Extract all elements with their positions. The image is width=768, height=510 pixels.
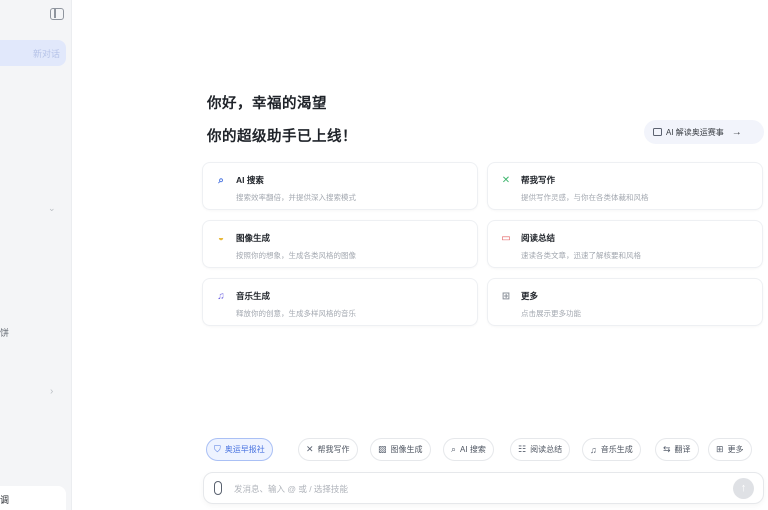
chip-music-gen[interactable]: ♫ 音乐生成 (582, 438, 641, 461)
sidebar-item-label: 调 (0, 495, 10, 505)
sidebar-item-label: 新对话 (32, 49, 60, 59)
chip-label: 音乐生成 (600, 445, 633, 454)
card-image-gen[interactable]: ◒ 图像生成 按照你的想象，生成各类风格的图像 (202, 220, 478, 268)
chip-reading-summary[interactable]: ☷ 阅读总结 (510, 438, 571, 461)
card-more[interactable]: ⊞ 更多 点击展示更多功能 (487, 278, 763, 326)
card-title: 帮我写作 (521, 175, 556, 185)
card-reading-summary[interactable]: ▭ 阅读总结 速读各类文章，迅速了解核要和风格 (487, 220, 763, 268)
card-help-write[interactable]: ✕ 帮我写作 提供写作灵感，与你在各类体裁和风格 (487, 162, 763, 210)
chip-translate[interactable]: ⇆ 翻译 (655, 438, 699, 461)
card-desc: 速读各类文章，迅速了解核要和风格 (521, 251, 641, 260)
greeting-title: 你好，幸福的渴望 (207, 96, 327, 112)
promo-button[interactable]: AI 解读奥运赛事 → (644, 120, 764, 144)
image-icon: ◒ (217, 233, 225, 244)
chip-image-gen[interactable]: ▨ 图像生成 (370, 438, 431, 461)
card-desc: 释放你的创意，生成多样风格的音乐 (236, 309, 356, 318)
send-button[interactable]: ↑ (733, 478, 754, 499)
translate-icon: ⇆ (663, 444, 671, 454)
more-icon: ⊞ (716, 444, 724, 454)
chip-more[interactable]: ⊞ 更多 (708, 438, 752, 461)
chip-label: 奥运早报社 (224, 445, 265, 454)
card-title: 阅读总结 (521, 233, 556, 243)
card-music-gen[interactable]: ♫ 音乐生成 释放你的创意，生成多样风格的音乐 (202, 278, 478, 326)
monitor-icon (653, 128, 662, 136)
chip-label: 图像生成 (390, 445, 423, 454)
chip-olympic-report[interactable]: ⛉ 奥运早报社 (206, 438, 273, 461)
writing-icon: ✕ (306, 444, 314, 454)
message-composer: ↑ (203, 472, 764, 504)
chevron-down-icon[interactable]: ⌄ (48, 203, 56, 214)
card-desc: 搜索效率翻倍，并提供深入搜索模式 (236, 193, 356, 202)
reading-icon: ▭ (501, 233, 511, 244)
chip-label: 翻译 (674, 445, 691, 454)
image-icon: ▨ (378, 444, 387, 454)
card-ai-search[interactable]: ⌕ AI 搜索 搜索效率翻倍，并提供深入搜索模式 (202, 162, 478, 210)
chip-help-write[interactable]: ✕ 帮我写作 (298, 438, 358, 461)
sidebar: 新对话 ⌄ 饼 › 调 (0, 0, 72, 510)
card-title: AI 搜索 (236, 175, 264, 185)
more-icon: ⊞ (501, 291, 511, 302)
music-icon: ♫ (217, 291, 225, 302)
card-desc: 点击展示更多功能 (521, 309, 581, 318)
card-desc: 提供写作灵感，与你在各类体裁和风格 (521, 193, 649, 202)
card-title: 图像生成 (236, 233, 271, 243)
greeting-subtitle: 你的超级助手已上线！ (207, 129, 357, 145)
sidebar-bottom-item[interactable]: 调 (0, 486, 66, 510)
sidebar-item-label[interactable]: 饼 (0, 326, 9, 339)
writing-icon: ✕ (501, 175, 511, 186)
card-title: 音乐生成 (236, 291, 271, 301)
promo-label: AI 解读奥运赛事 (666, 127, 724, 137)
message-input[interactable] (234, 479, 714, 499)
attachment-icon[interactable] (214, 481, 222, 495)
card-desc: 按照你的想象，生成各类风格的图像 (236, 251, 356, 260)
arrow-right-icon: → (731, 126, 742, 138)
card-title: 更多 (521, 291, 539, 301)
chip-label: AI 搜索 (460, 445, 486, 454)
chevron-right-icon[interactable]: › (50, 386, 53, 397)
sidebar-toggle-icon[interactable] (50, 8, 64, 20)
chip-label: 阅读总结 (530, 445, 563, 454)
music-icon: ♫ (590, 444, 597, 455)
chip-label: 更多 (727, 445, 744, 454)
chip-ai-search[interactable]: ⌕ AI 搜索 (443, 438, 494, 461)
shield-icon: ⛉ (214, 444, 221, 454)
search-icon: ⌕ (451, 444, 457, 454)
search-icon: ⌕ (218, 175, 224, 186)
chip-label: 帮我写作 (317, 445, 350, 454)
sidebar-item-new-chat[interactable]: 新对话 (0, 40, 66, 66)
reading-icon: ☷ (518, 444, 527, 454)
